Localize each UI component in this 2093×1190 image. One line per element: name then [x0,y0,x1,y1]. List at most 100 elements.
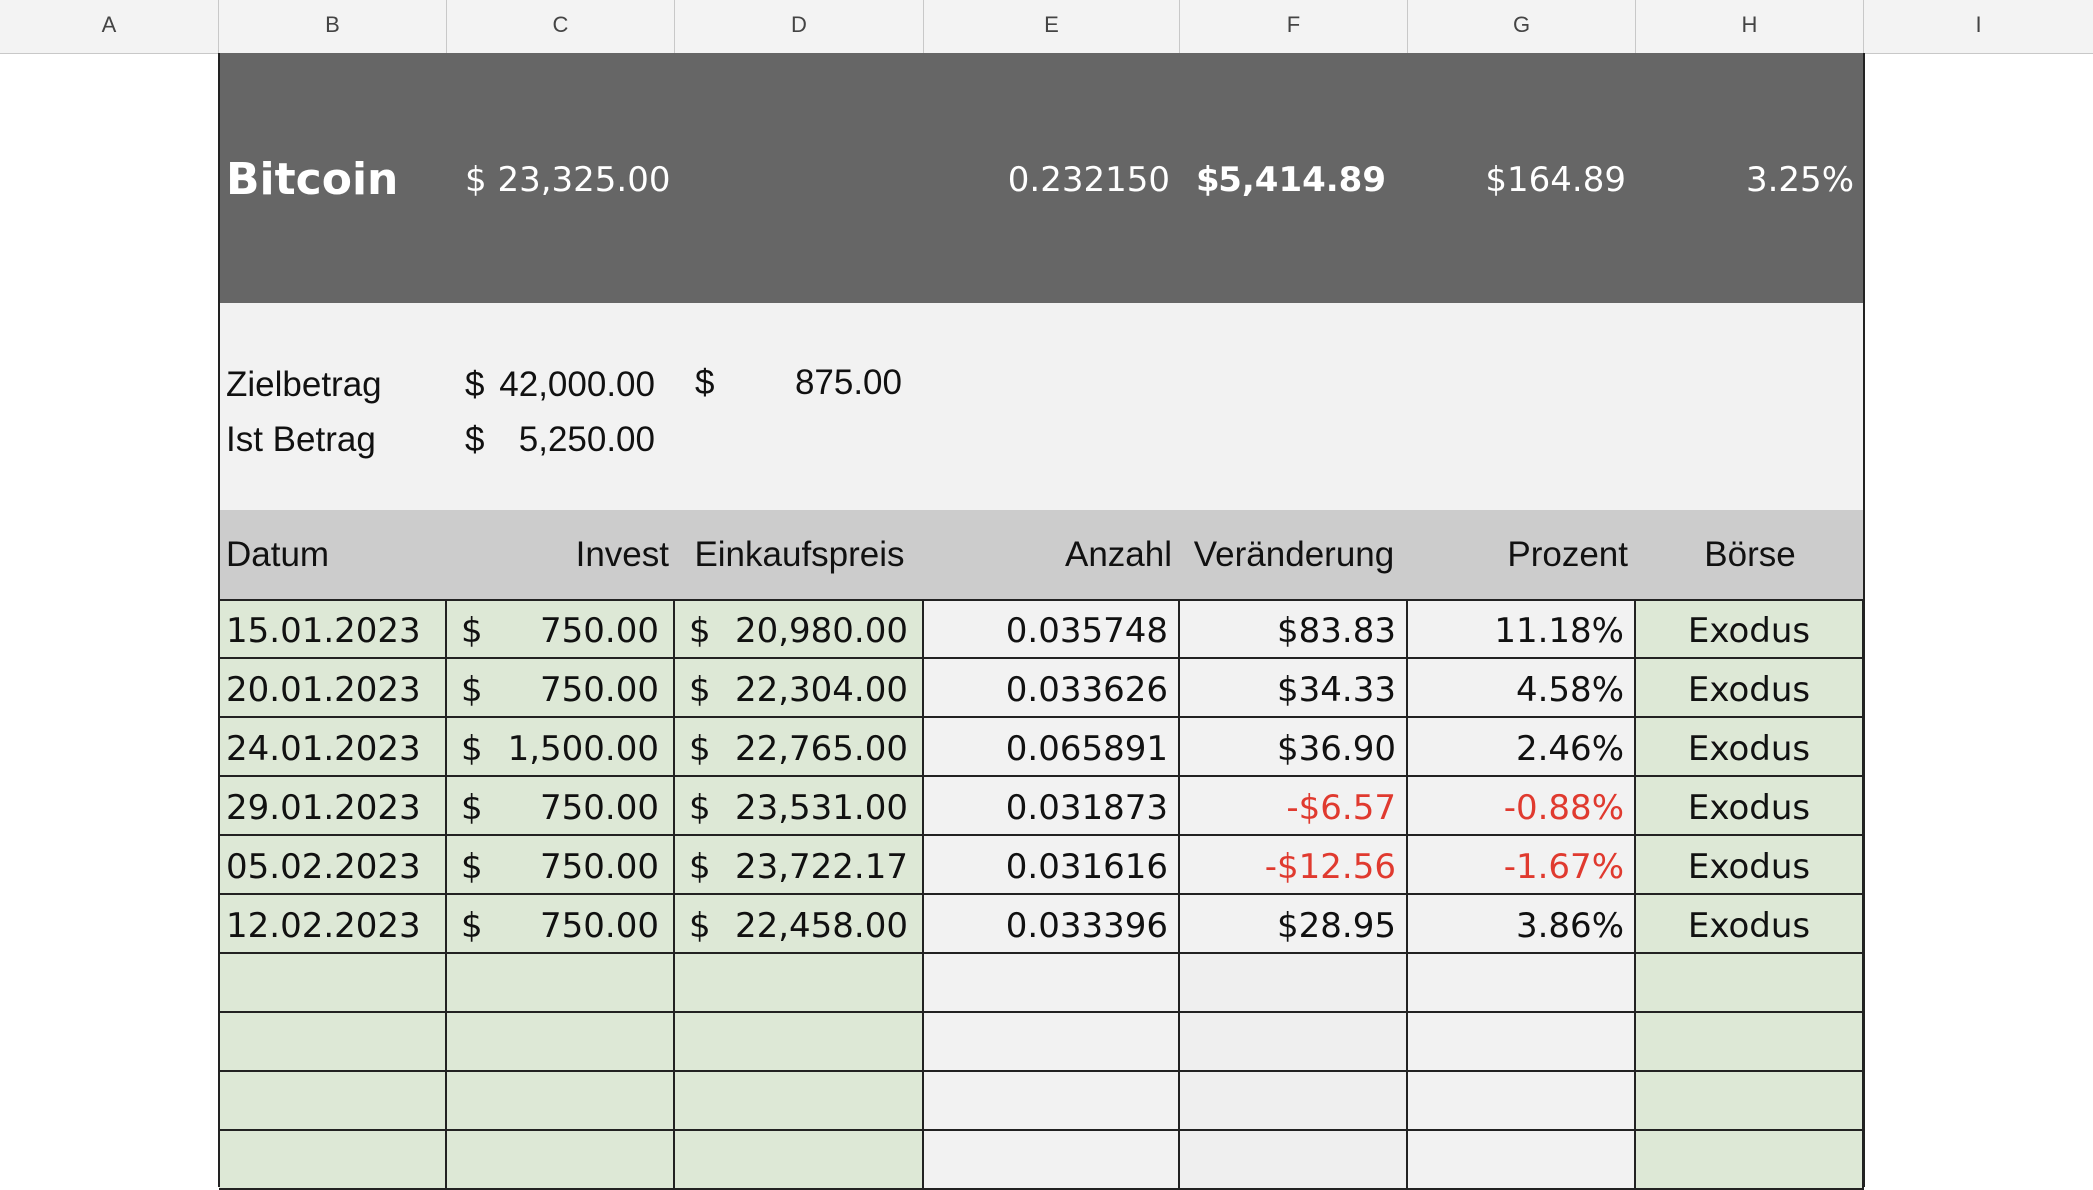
cell-date[interactable] [219,1013,447,1072]
cell-change[interactable]: $34.33 [1180,659,1408,718]
coin-value[interactable]: $ 5,414.89 [1180,150,1408,210]
cell-percent[interactable]: 11.18% [1408,600,1636,659]
cell-invest[interactable] [447,1131,675,1190]
coin-quantity[interactable]: 0.232150 [924,150,1170,210]
column-header-c[interactable]: C [447,0,675,53]
target-amount[interactable]: $ 42,000.00 [447,360,675,410]
cell-invest[interactable]: $750.00 [447,777,675,836]
cell-quantity[interactable] [924,1013,1180,1072]
column-header-d[interactable]: D [675,0,924,53]
header-percent[interactable]: Prozent [1408,530,1628,580]
cell-percent[interactable]: -0.88% [1408,777,1636,836]
cell-change[interactable]: -$6.57 [1180,777,1408,836]
cell-quantity[interactable]: 0.065891 [924,718,1180,777]
cell-date[interactable] [219,1072,447,1131]
cell-invest[interactable] [447,1072,675,1131]
cell-percent[interactable]: 2.46% [1408,718,1636,777]
cell-change[interactable]: $83.83 [1180,600,1408,659]
cell-change[interactable]: $28.95 [1180,895,1408,954]
cell-change[interactable]: -$12.56 [1180,836,1408,895]
cell-percent[interactable]: -1.67% [1408,836,1636,895]
cell-exchange[interactable] [1636,954,1864,1013]
cell-percent[interactable] [1408,954,1636,1013]
cell-price[interactable]: $22,304.00 [675,659,924,718]
cell-exchange[interactable]: Exodus [1636,659,1864,718]
header-invest[interactable]: Invest [447,530,669,580]
cell-change[interactable] [1180,1131,1408,1190]
header-change[interactable]: Veränderung [1180,530,1408,580]
cell-quantity[interactable] [924,1072,1180,1131]
cell-price[interactable] [675,1072,924,1131]
cell-date[interactable] [219,1131,447,1190]
cell-price[interactable] [675,954,924,1013]
cell-invest[interactable]: $750.00 [447,836,675,895]
cell-price[interactable]: $23,531.00 [675,777,924,836]
cell-price[interactable] [675,1013,924,1072]
cell-change[interactable] [1180,1072,1408,1131]
column-header-e[interactable]: E [924,0,1180,53]
header-price[interactable]: Einkaufspreis [675,530,924,580]
cell-quantity[interactable]: 0.033396 [924,895,1180,954]
actual-label[interactable]: Ist Betrag [226,415,376,465]
coin-price[interactable]: $ 23,325.00 [465,150,670,210]
column-header-i[interactable]: I [1864,0,2093,53]
cell-date[interactable]: 24.01.2023 [219,718,447,777]
cell-exchange[interactable] [1636,1072,1864,1131]
cell-percent[interactable]: 3.86% [1408,895,1636,954]
cell-exchange[interactable] [1636,1131,1864,1190]
column-header-f[interactable]: F [1180,0,1408,53]
cell-quantity[interactable] [924,954,1180,1013]
cell-percent[interactable] [1408,1072,1636,1131]
cell-change[interactable] [1180,1013,1408,1072]
cell-quantity[interactable]: 0.033626 [924,659,1180,718]
cell-percent[interactable] [1408,1131,1636,1190]
cell-quantity[interactable]: 0.035748 [924,600,1180,659]
cell-invest[interactable]: $750.00 [447,659,675,718]
cell-invest[interactable]: $1,500.00 [447,718,675,777]
cell-invest[interactable] [447,1013,675,1072]
cell-date[interactable]: 15.01.2023 [219,600,447,659]
cell-date[interactable] [219,954,447,1013]
coin-name[interactable]: Bitcoin [226,150,398,210]
cell-date[interactable]: 29.01.2023 [219,777,447,836]
target-label[interactable]: Zielbetrag [226,360,382,410]
cell-quantity[interactable]: 0.031873 [924,777,1180,836]
cell-price[interactable]: $23,722.17 [675,836,924,895]
price-amount: 23,531.00 [734,788,908,828]
cell-change[interactable]: $36.90 [1180,718,1408,777]
column-header-a[interactable]: A [0,0,219,53]
cell-invest[interactable] [447,954,675,1013]
cell-exchange[interactable] [1636,1013,1864,1072]
cell-exchange[interactable]: Exodus [1636,895,1864,954]
cell-exchange[interactable]: Exodus [1636,777,1864,836]
cell-exchange[interactable]: Exodus [1636,718,1864,777]
cell-change[interactable] [1180,954,1408,1013]
target-currency: $ [465,365,485,404]
column-header-b[interactable]: B [219,0,447,53]
cell-quantity[interactable]: 0.031616 [924,836,1180,895]
cell-invest[interactable]: $750.00 [447,895,675,954]
cell-price[interactable]: $20,980.00 [675,600,924,659]
cell-exchange[interactable]: Exodus [1636,600,1864,659]
column-header-h[interactable]: H [1636,0,1864,53]
cell-date[interactable]: 12.02.2023 [219,895,447,954]
extra-amount[interactable]: $ 875.00 [675,358,924,408]
cell-quantity[interactable] [924,1131,1180,1190]
header-exchange[interactable]: Börse [1636,530,1864,580]
header-quantity[interactable]: Anzahl [924,530,1172,580]
cell-price[interactable]: $22,765.00 [675,718,924,777]
cell-percent[interactable] [1408,1013,1636,1072]
cell-price[interactable] [675,1131,924,1190]
column-header-g[interactable]: G [1408,0,1636,53]
header-date[interactable]: Datum [226,530,329,580]
cell-date[interactable]: 05.02.2023 [219,836,447,895]
cell-percent[interactable]: 4.58% [1408,659,1636,718]
cell-price[interactable]: $22,458.00 [675,895,924,954]
price-currency: $ [689,611,711,651]
cell-exchange[interactable]: Exodus [1636,836,1864,895]
coin-change[interactable]: $164.89 [1408,150,1636,210]
coin-percent[interactable]: 3.25% [1636,150,1864,210]
cell-date[interactable]: 20.01.2023 [219,659,447,718]
actual-amount[interactable]: $ 5,250.00 [447,415,675,465]
cell-invest[interactable]: $750.00 [447,600,675,659]
